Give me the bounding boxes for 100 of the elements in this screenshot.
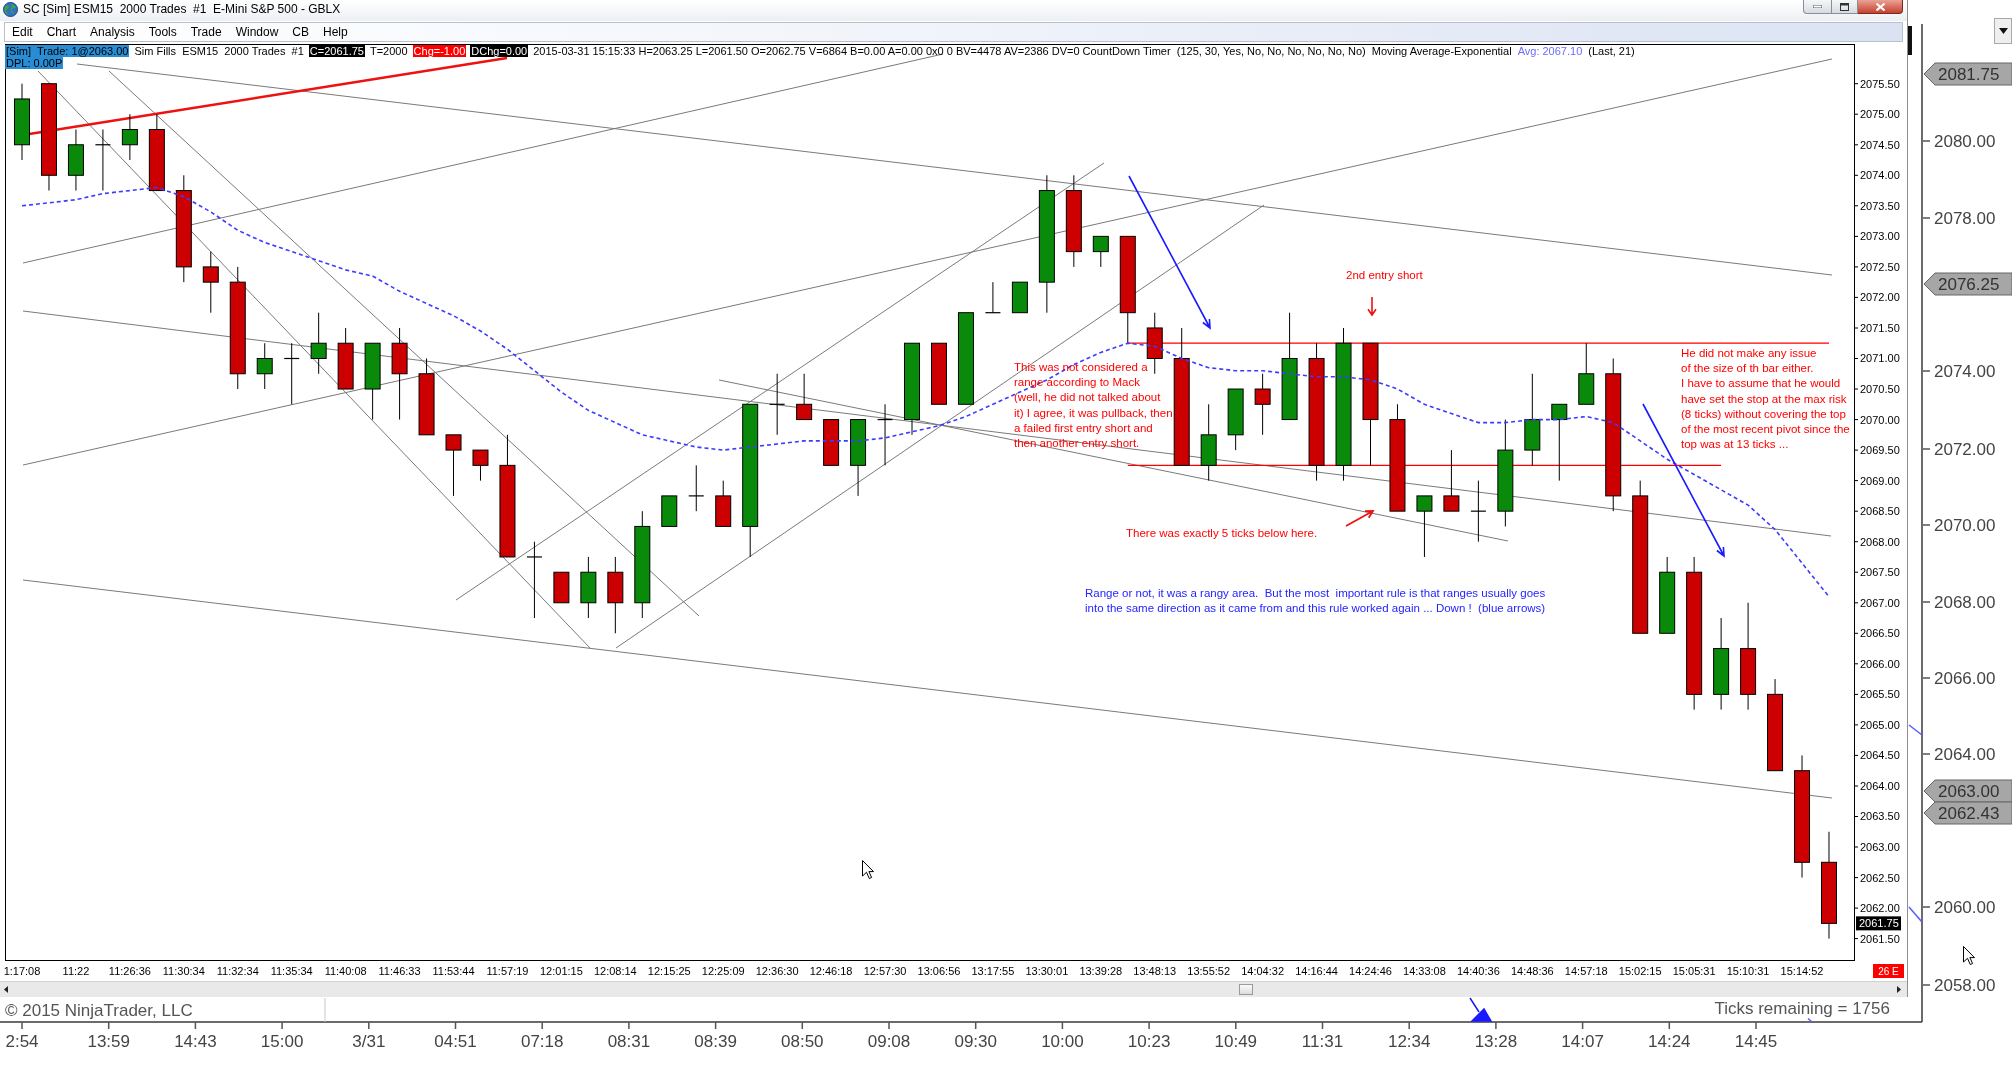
- price-label: 2068.50: [1860, 505, 1900, 518]
- window-title: SC [Sim] ESM15 2000 Trades #1 E-Mini S&P 500 - GBLX: [23, 1, 341, 18]
- candle: [1443, 449, 1460, 512]
- time-label: 10:00: [1041, 1032, 1084, 1051]
- menu-item[interactable]: Trade: [183, 24, 229, 40]
- line-fragment: [1908, 724, 1923, 736]
- time-label: 13:28: [1474, 1032, 1518, 1051]
- annotation-text: Range or not, it was a rangy area. But the most important rule is that ranges usually goes into the same direction as it came from and this rule worked again ... Down ! (blue arrows): [1085, 587, 1546, 615]
- menu-item[interactable]: Chart: [39, 24, 84, 40]
- candle: [931, 342, 947, 405]
- globe-icon: [3, 2, 18, 17]
- time-label: 09:30: [954, 1032, 997, 1051]
- price-label: 2070.50: [1860, 383, 1900, 396]
- candle: [121, 113, 138, 161]
- time-label: 14:16:44: [1295, 965, 1338, 977]
- time-label: 15:05:31: [1672, 965, 1716, 977]
- candle: [310, 312, 327, 375]
- candle: [337, 327, 354, 390]
- time-label: 13:59: [87, 1032, 130, 1051]
- down-arrow: [1367, 296, 1377, 317]
- cursor-icon: [862, 860, 874, 879]
- time-label: 15:10:31: [1726, 965, 1770, 977]
- time-label: 13:48:13: [1133, 965, 1177, 977]
- menu-item[interactable]: Tools: [141, 24, 184, 40]
- candle: [984, 281, 1001, 314]
- time-label: 12:01:15: [540, 965, 583, 977]
- time-label: 14:24:46: [1349, 965, 1392, 977]
- line-fragment: [1908, 906, 1923, 923]
- price-tag: 2076.25: [1923, 272, 2012, 296]
- minimize-icon: [1813, 5, 1822, 8]
- change-readout: Chg=-1.00: [412, 45, 467, 57]
- price-label: 2068.00: [1860, 535, 1900, 548]
- time-label: 09:08: [867, 1032, 911, 1051]
- cursor-icon: [1963, 946, 1975, 965]
- time-label: 15:00: [260, 1032, 304, 1051]
- annotation-text: There was exactly 5 ticks below here.: [1126, 527, 1318, 539]
- candle: [202, 251, 219, 314]
- candle: [1578, 342, 1595, 405]
- price-label: 2064.00: [1934, 744, 1996, 764]
- price-tag: 2062.43: [1923, 801, 2012, 825]
- dropdown-button[interactable]: [1994, 18, 2012, 44]
- price-label: 2066.50: [1860, 627, 1900, 640]
- price-label: 2068.00: [1934, 592, 1996, 612]
- time-label: 08:31: [607, 1032, 651, 1051]
- time-label: 14:07: [1561, 1032, 1604, 1051]
- time-label: 15:14:52: [1780, 965, 1824, 977]
- horizontal-scrollbar[interactable]: [0, 981, 1907, 997]
- time-label: 11:46:33: [378, 965, 421, 977]
- time-label: 12:25:09: [701, 965, 745, 977]
- time-label: 14:45: [1734, 1032, 1778, 1051]
- price-label: 2072.50: [1860, 260, 1900, 273]
- annotation-arrow: [1345, 510, 1375, 527]
- candle: [876, 403, 894, 466]
- time-label: 11:35:34: [270, 965, 313, 977]
- menu-item[interactable]: Analysis: [83, 24, 142, 40]
- time-label: 12:34: [1387, 1032, 1431, 1051]
- account-info: DPL: 0.00P: [5, 57, 64, 69]
- menu-item[interactable]: Edit: [5, 24, 40, 40]
- price-label: 2067.50: [1860, 566, 1900, 579]
- price-label: 2063.50: [1860, 810, 1900, 823]
- candle: [553, 571, 570, 604]
- time-label: 11:57:19: [486, 965, 529, 977]
- menu-item[interactable]: CB: [285, 24, 316, 40]
- price-label: 2061.50: [1860, 932, 1900, 945]
- menu-item[interactable]: Help: [316, 24, 355, 40]
- time-label: 04:51: [434, 1032, 477, 1051]
- time-label: 12:46:18: [809, 965, 853, 977]
- candle: [661, 495, 678, 527]
- countdown-tag: 26 E: [1873, 964, 1904, 978]
- time-label: 14:24: [1648, 1032, 1691, 1051]
- maximize-button[interactable]: [1832, 0, 1858, 14]
- price-tag: 2063.00: [1923, 779, 2012, 803]
- candle: [796, 373, 813, 421]
- candle: [283, 342, 300, 405]
- price-readout: C=2061.75: [308, 45, 365, 57]
- price-label: 2074.50: [1860, 138, 1900, 151]
- arrow-fragment: [1469, 997, 1492, 1022]
- time-label: 08:50: [781, 1032, 824, 1051]
- candle: [256, 342, 273, 390]
- info-text: 2015-03-31 15:15:33 H=2063.25 L=2061.50 O=2062.75 V=6864 B=0.00 A=0.00 0x0 0 BV=4478 AV=2386 DV=0 CountDown Timer (125, 30, Yes, No, No, No, No, No, No) Moving Average-Exponential: [532, 45, 1513, 57]
- time-label: 13:30:01: [1025, 965, 1069, 977]
- price-label: 2073.00: [1860, 230, 1900, 243]
- time-label: 11:32:34: [216, 965, 259, 977]
- candle: [94, 129, 111, 192]
- time-label: 11:53:44: [432, 965, 475, 977]
- menu-item[interactable]: Window: [228, 24, 286, 40]
- maximize-icon: [1840, 2, 1849, 11]
- price-label: 2070.00: [1860, 413, 1900, 426]
- annotation-text: He did not make any issue of the size of th bar either. I have to assume that he would have set the stop at the max risk (8 ticks) without covering the top of the most recent pivot since the top was at 13 ticks ...: [1681, 347, 1850, 451]
- price-label: 2066.00: [1860, 657, 1900, 670]
- close-button[interactable]: [1858, 0, 1903, 14]
- time-label: 11:31: [1301, 1032, 1344, 1051]
- price-label: 2075.00: [1860, 108, 1900, 121]
- left-arrow-icon[interactable]: [4, 986, 8, 993]
- time-label: 13:06:56: [917, 965, 961, 977]
- right-arrow-icon[interactable]: [1897, 986, 1901, 993]
- time-label: 12:57:30: [863, 965, 907, 977]
- scrollbar-thumb[interactable]: [1239, 984, 1253, 995]
- candle: [580, 556, 597, 619]
- candle: [1227, 388, 1244, 451]
